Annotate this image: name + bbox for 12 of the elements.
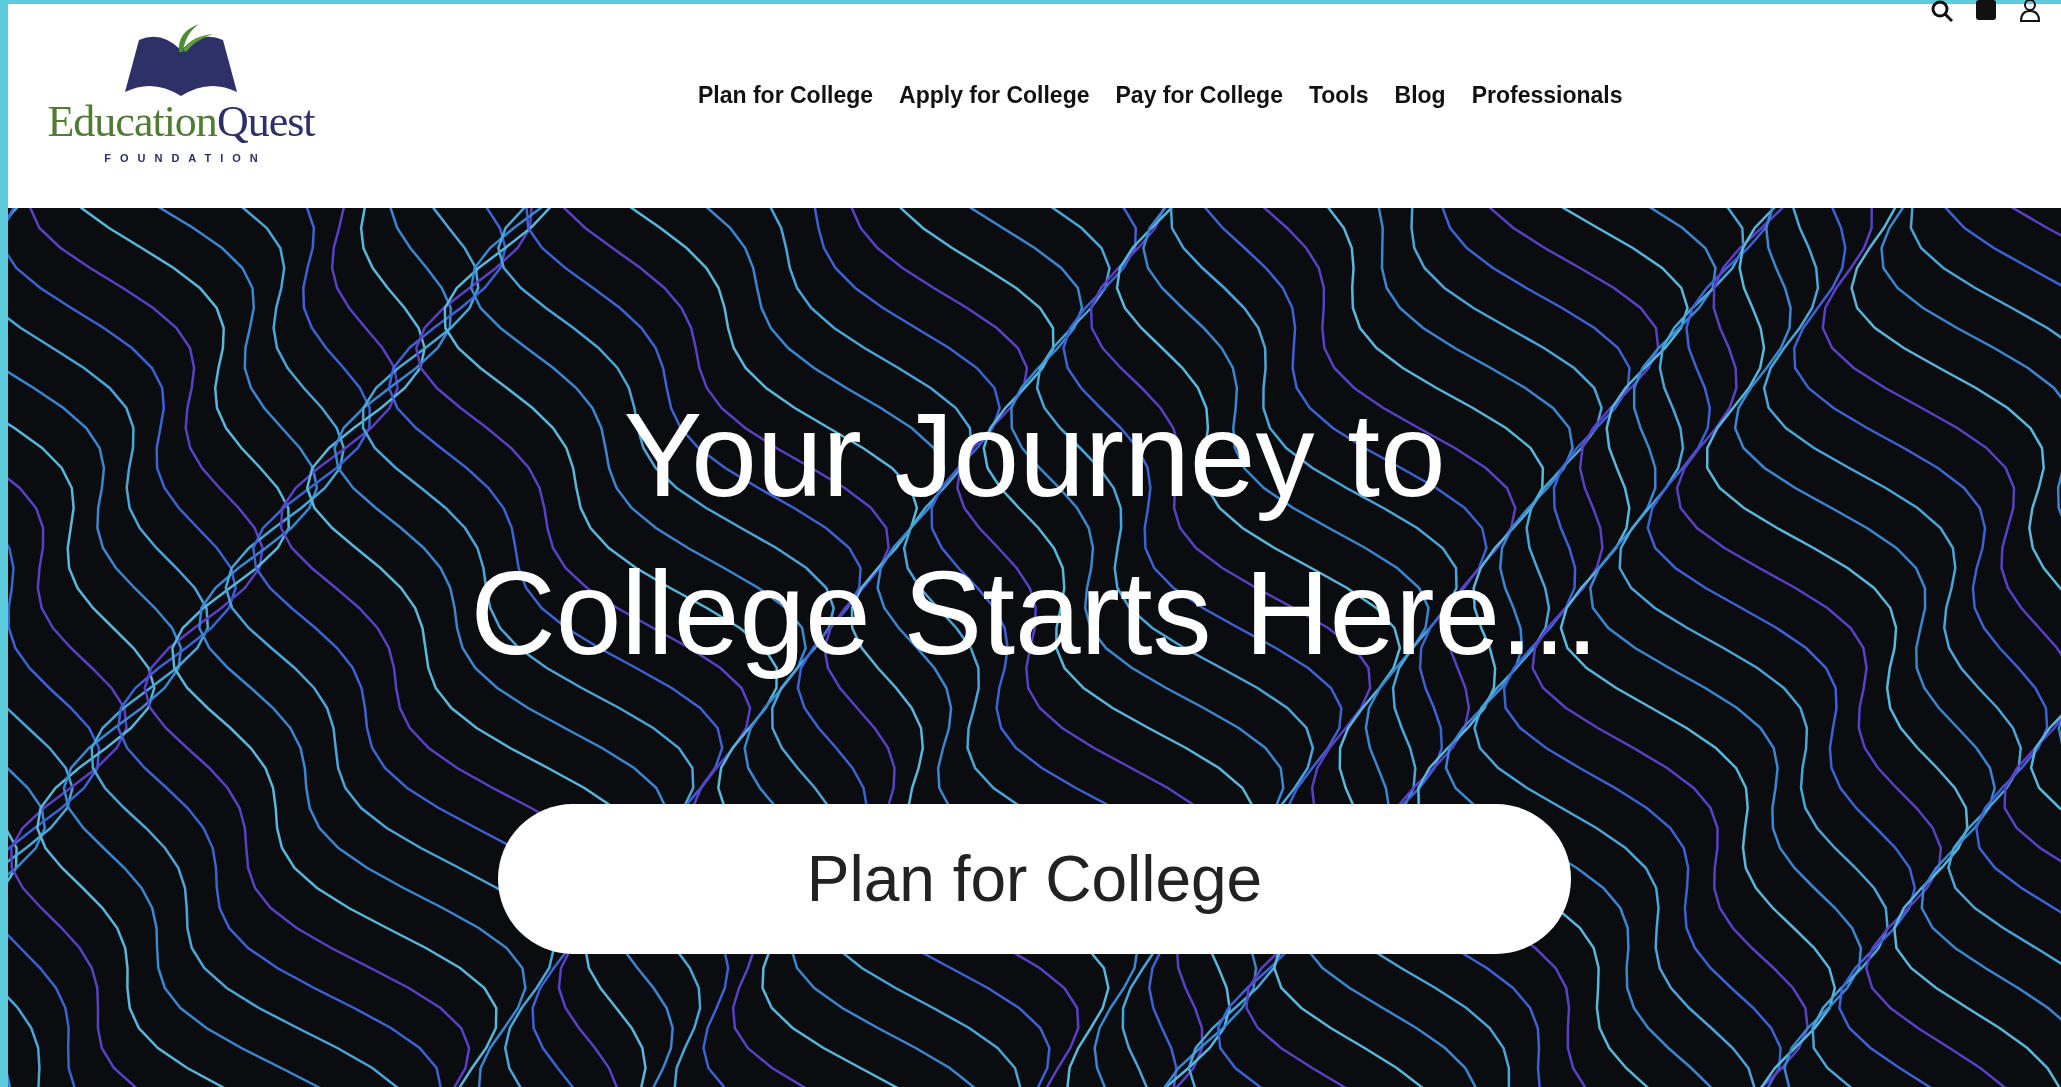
logo-tagline: FOUNDATION bbox=[103, 151, 267, 166]
nav-link[interactable]: Pay for College bbox=[1115, 78, 1283, 113]
nav-link[interactable]: Blog bbox=[1394, 78, 1446, 113]
nav-link[interactable]: Plan for College bbox=[698, 78, 874, 113]
block-icon[interactable] bbox=[1975, 0, 1997, 22]
nav-link[interactable]: Apply for College bbox=[899, 78, 1090, 113]
search-icon[interactable] bbox=[1931, 0, 1953, 22]
plan-for-college-button[interactable]: Plan for College bbox=[498, 804, 1571, 954]
user-icon[interactable] bbox=[2019, 0, 2041, 22]
nav-link[interactable]: Tools bbox=[1308, 78, 1369, 113]
nav-link[interactable]: Professionals bbox=[1471, 78, 1623, 113]
logo-wordmark: EducationQuest bbox=[47, 100, 315, 144]
